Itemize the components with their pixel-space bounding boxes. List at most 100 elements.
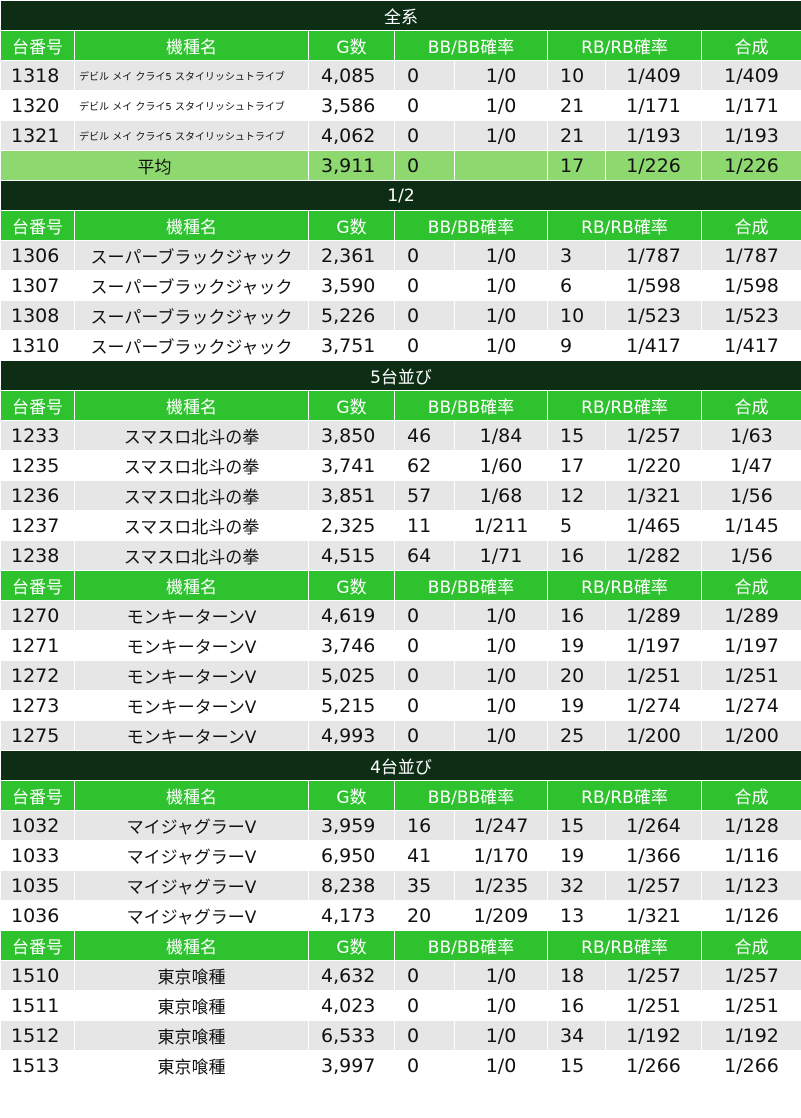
combined-rate: 1/274 — [701, 690, 801, 721]
rb-count: 19 — [547, 840, 606, 871]
bb-rate: 1/68 — [454, 480, 548, 511]
games-count: 2,325 — [308, 510, 395, 541]
table-row: 1238 スマスロ北斗の拳 4,515 64 1/71 16 1/282 1/56 — [0, 540, 801, 571]
games-count: 5,226 — [308, 300, 395, 331]
rb-rate: 1/257 — [605, 960, 702, 991]
rb-rate: 1/274 — [605, 690, 702, 721]
section-title-row: 1/2 — [0, 180, 801, 211]
machine-name: デビル メイ クライ5 スタイリッシュトライブ — [74, 60, 309, 91]
average-row: 平均 3,911 0 17 1/226 1/226 — [0, 150, 801, 181]
header-machine-name: 機種名 — [74, 390, 309, 421]
machine-no: 1035 — [0, 870, 75, 901]
combined-rate: 1/787 — [701, 240, 801, 271]
combined-rate: 1/128 — [701, 810, 801, 841]
rb-rate: 1/197 — [605, 630, 702, 661]
machine-name: マイジャグラーV — [74, 810, 309, 841]
column-header-row: 台番号 機種名 G数 BB/BB確率 RB/RB確率 合成 — [0, 570, 801, 601]
bb-count: 0 — [394, 960, 455, 991]
games-count: 8,238 — [308, 870, 395, 901]
rb-count: 17 — [547, 450, 606, 481]
bb-rate: 1/0 — [454, 330, 548, 361]
machine-name: スマスロ北斗の拳 — [74, 450, 309, 481]
header-combined: 合成 — [701, 390, 801, 421]
bb-count: 0 — [394, 270, 455, 301]
header-games: G数 — [308, 780, 395, 811]
average-bb-rate — [454, 150, 548, 181]
machine-name: モンキーターンV — [74, 660, 309, 691]
header-machine-name: 機種名 — [74, 930, 309, 961]
machine-no: 1036 — [0, 900, 75, 931]
machine-no: 1033 — [0, 840, 75, 871]
table-row: 1270 モンキーターンV 4,619 0 1/0 16 1/289 1/289 — [0, 600, 801, 631]
header-games: G数 — [308, 930, 395, 961]
machine-no: 1236 — [0, 480, 75, 511]
section-title-row: 4台並び — [0, 750, 801, 781]
bb-count: 64 — [394, 540, 455, 571]
table-row: 1271 モンキーターンV 3,746 0 1/0 19 1/197 1/197 — [0, 630, 801, 661]
table-row: 1321 デビル メイ クライ5 スタイリッシュトライブ 4,062 0 1/0 21 1/… — [0, 120, 801, 151]
machine-no: 1512 — [0, 1020, 75, 1051]
games-count: 3,851 — [308, 480, 395, 511]
rb-count: 19 — [547, 630, 606, 661]
header-bb: BB/BB確率 — [394, 570, 548, 601]
rb-rate: 1/257 — [605, 420, 702, 451]
rb-count: 6 — [547, 270, 606, 301]
bb-count: 0 — [394, 330, 455, 361]
machine-name: 東京喰種 — [74, 1020, 309, 1051]
table-row: 1320 デビル メイ クライ5 スタイリッシュトライブ 3,586 0 1/0 21 1/… — [0, 90, 801, 121]
rb-count: 16 — [547, 600, 606, 631]
header-bb: BB/BB確率 — [394, 930, 548, 961]
combined-rate: 1/193 — [701, 120, 801, 151]
machine-name: 東京喰種 — [74, 1050, 309, 1081]
rb-count: 15 — [547, 420, 606, 451]
bb-rate: 1/71 — [454, 540, 548, 571]
machine-no: 1306 — [0, 240, 75, 271]
rb-count: 20 — [547, 660, 606, 691]
bb-rate: 1/0 — [454, 690, 548, 721]
bb-count: 16 — [394, 810, 455, 841]
games-count: 3,741 — [308, 450, 395, 481]
rb-count: 16 — [547, 540, 606, 571]
machine-no: 1310 — [0, 330, 75, 361]
rb-count: 18 — [547, 960, 606, 991]
machine-no: 1307 — [0, 270, 75, 301]
bb-count: 57 — [394, 480, 455, 511]
header-bb: BB/BB確率 — [394, 30, 548, 61]
header-games: G数 — [308, 390, 395, 421]
games-count: 4,023 — [308, 990, 395, 1021]
slot-data-table: 全系 台番号 機種名 G数 BB/BB確率 RB/RB確率 合成 1318 デビル メイ クライ… — [0, 0, 801, 1081]
bb-count: 0 — [394, 1020, 455, 1051]
machine-no: 1237 — [0, 510, 75, 541]
rb-rate: 1/192 — [605, 1020, 702, 1051]
bb-count: 20 — [394, 900, 455, 931]
column-header-row: 台番号 機種名 G数 BB/BB確率 RB/RB確率 合成 — [0, 30, 801, 61]
combined-rate: 1/409 — [701, 60, 801, 91]
rb-rate: 1/598 — [605, 270, 702, 301]
combined-rate: 1/289 — [701, 600, 801, 631]
games-count: 3,959 — [308, 810, 395, 841]
machine-name: モンキーターンV — [74, 630, 309, 661]
header-combined: 合成 — [701, 210, 801, 241]
combined-rate: 1/417 — [701, 330, 801, 361]
combined-rate: 1/192 — [701, 1020, 801, 1051]
combined-rate: 1/145 — [701, 510, 801, 541]
machine-no: 1275 — [0, 720, 75, 751]
header-machine-no: 台番号 — [0, 780, 75, 811]
bb-rate: 1/0 — [454, 1050, 548, 1081]
bb-rate: 1/0 — [454, 240, 548, 271]
rb-count: 3 — [547, 240, 606, 271]
header-combined: 合成 — [701, 570, 801, 601]
table-row: 1236 スマスロ北斗の拳 3,851 57 1/68 12 1/321 1/56 — [0, 480, 801, 511]
rb-rate: 1/171 — [605, 90, 702, 121]
table-row: 1033 マイジャグラーV 6,950 41 1/170 19 1/366 1/116 — [0, 840, 801, 871]
games-count: 6,533 — [308, 1020, 395, 1051]
table-row: 1275 モンキーターンV 4,993 0 1/0 25 1/200 1/200 — [0, 720, 801, 751]
games-count: 3,586 — [308, 90, 395, 121]
rb-rate: 1/193 — [605, 120, 702, 151]
header-rb: RB/RB確率 — [547, 210, 702, 241]
header-machine-name: 機種名 — [74, 30, 309, 61]
bb-count: 0 — [394, 60, 455, 91]
combined-rate: 1/251 — [701, 660, 801, 691]
machine-no: 1513 — [0, 1050, 75, 1081]
machine-no: 1270 — [0, 600, 75, 631]
